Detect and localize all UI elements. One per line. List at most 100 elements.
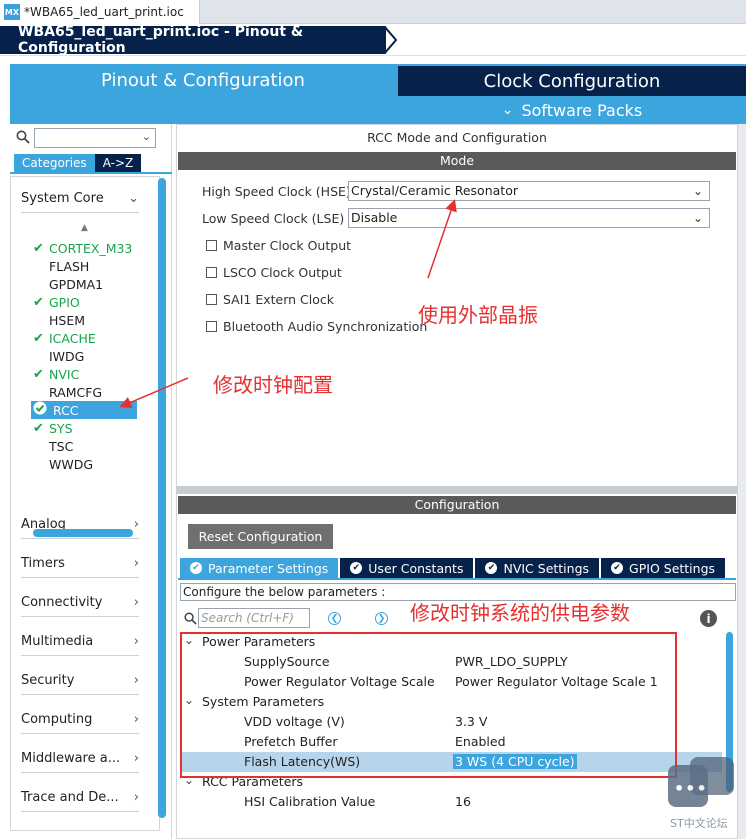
- annotation-box: [180, 632, 677, 778]
- group-security[interactable]: Security ›: [21, 667, 139, 695]
- group-multimedia[interactable]: Multimedia ›: [21, 628, 139, 656]
- annotation-rcc: 修改时钟配置: [213, 373, 333, 397]
- periph-sys[interactable]: ✔ SYS: [33, 419, 139, 437]
- check-icon: ✔: [350, 562, 363, 574]
- lse-select[interactable]: Disable ⌄: [348, 208, 710, 228]
- search-icon: [184, 612, 197, 625]
- chevron-right-icon: ›: [133, 517, 139, 532]
- parameter-search-input[interactable]: Search (Ctrl+F): [198, 608, 310, 628]
- annotation-hse: 使用外部晶振: [418, 303, 538, 327]
- config-tabs: ✔ Parameter Settings ✔ User Constants ✔ NVI…: [180, 558, 727, 578]
- category-panel: ⌄ Categories A->Z System Core ⌄ ▲ ✔ CORTE…: [10, 124, 172, 839]
- group-timers[interactable]: Timers ›: [21, 550, 139, 578]
- chevron-right-icon: ›: [133, 556, 139, 571]
- hse-label: High Speed Clock (HSE): [202, 184, 351, 199]
- file-tab[interactable]: MX *WBA65_led_uart_print.ioc: [0, 0, 200, 24]
- lse-value: Disable: [351, 210, 398, 225]
- editor-tab-bar: MX *WBA65_led_uart_print.ioc: [0, 0, 746, 24]
- check-circle-icon: [33, 401, 49, 419]
- check-icon: ✔: [190, 562, 202, 574]
- bluetooth-audio-sync-checkbox[interactable]: Bluetooth Audio Synchronization: [206, 319, 427, 334]
- chevron-right-icon: ›: [133, 595, 139, 610]
- periph-icache[interactable]: ✔ ICACHE: [33, 329, 139, 347]
- chevron-down-icon: ⌄: [128, 191, 139, 206]
- check-icon: ✔: [33, 240, 44, 256]
- check-icon: ✔: [33, 366, 44, 382]
- sort-up-icon[interactable]: ▲: [81, 223, 88, 233]
- tab-gpio-settings[interactable]: ✔ GPIO Settings: [601, 558, 726, 578]
- group-trace-debug[interactable]: Trace and De... ›: [21, 784, 139, 812]
- group-system-core[interactable]: System Core ⌄: [21, 185, 139, 213]
- software-packs-menu[interactable]: ⌄ Software Packs: [398, 96, 746, 124]
- periph-cortex-m33[interactable]: ✔ CORTEX_M33: [33, 239, 139, 257]
- periph-ramcfg[interactable]: RAMCFG: [33, 383, 139, 401]
- file-tab-label: *WBA65_led_uart_print.ioc: [24, 5, 184, 19]
- chevron-right-icon: ›: [133, 634, 139, 649]
- watermark: ST中文论坛: [670, 817, 728, 830]
- periph-hsem[interactable]: HSEM: [33, 311, 139, 329]
- stm32cubemx-icon: MX: [4, 4, 20, 20]
- periph-iwdg[interactable]: IWDG: [33, 347, 139, 365]
- horizontal-scrollbar[interactable]: [33, 529, 133, 537]
- configuration-section-header: Configuration: [178, 496, 736, 514]
- periph-nvic[interactable]: ✔ NVIC: [33, 365, 139, 383]
- chevron-right-icon: ›: [133, 751, 139, 766]
- breadcrumb-item[interactable]: WBA65_led_uart_print.ioc - Pinout & Conf…: [0, 24, 386, 56]
- lse-label: Low Speed Clock (LSE): [202, 211, 345, 226]
- category-search-combo[interactable]: ⌄: [34, 128, 156, 148]
- panel-title: RCC Mode and Configuration: [367, 130, 547, 145]
- vertical-scrollbar[interactable]: [158, 178, 166, 818]
- periph-gpio[interactable]: ✔ GPIO: [33, 293, 139, 311]
- mode-section-header: Mode: [178, 152, 736, 170]
- periph-tsc[interactable]: TSC: [33, 437, 139, 455]
- check-icon: ✔: [33, 330, 44, 346]
- category-tab-underline: [10, 172, 172, 174]
- group-label: System Core: [21, 191, 104, 206]
- breadcrumb: WBA65_led_uart_print.ioc - Pinout & Conf…: [0, 24, 746, 56]
- annotation-power: 修改时钟系统的供电参数: [410, 601, 630, 625]
- reset-configuration-button[interactable]: Reset Configuration: [188, 524, 333, 549]
- group-middleware[interactable]: Middleware a... ›: [21, 745, 139, 773]
- group-computing[interactable]: Computing ›: [21, 706, 139, 734]
- tab-parameter-settings[interactable]: ✔ Parameter Settings: [180, 558, 339, 578]
- chat-icon[interactable]: •••: [668, 765, 708, 807]
- hse-select[interactable]: Crystal/Ceramic Resonator ⌄: [348, 181, 710, 201]
- tab-nvic-settings[interactable]: ✔ NVIC Settings: [475, 558, 600, 578]
- main-tabs: Pinout & Configuration Clock Configurati…: [10, 64, 746, 124]
- periph-flash[interactable]: FLASH: [33, 257, 139, 275]
- search-prev-icon[interactable]: ❮: [328, 612, 341, 625]
- tab-clock-configuration[interactable]: Clock Configuration: [398, 66, 746, 96]
- master-clock-output-checkbox[interactable]: Master Clock Output: [206, 238, 351, 253]
- group-connectivity[interactable]: Connectivity ›: [21, 589, 139, 617]
- category-list: System Core ⌄ ▲ ✔ CORTEX_M33 FLASH GPDMA1…: [10, 176, 160, 831]
- hse-value: Crystal/Ceramic Resonator: [351, 183, 518, 198]
- chevron-right-icon: ›: [133, 712, 139, 727]
- chevron-down-icon: ⌄: [141, 130, 151, 143]
- search-icon: [16, 130, 30, 144]
- check-icon: ✔: [33, 294, 44, 310]
- breadcrumb-chevron-icon: [383, 26, 398, 54]
- periph-gpdma1[interactable]: GPDMA1: [33, 275, 139, 293]
- tab-pinout-configuration[interactable]: Pinout & Configuration: [10, 64, 396, 96]
- sai1-extern-clock-checkbox[interactable]: SAI1 Extern Clock: [206, 292, 334, 307]
- chevron-down-icon: ⌄: [501, 102, 514, 118]
- chevron-down-icon: ⌄: [692, 184, 703, 198]
- category-view-tabs: Categories A->Z: [14, 154, 142, 172]
- search-next-icon[interactable]: ❯: [375, 612, 388, 625]
- chevron-right-icon: ›: [133, 673, 139, 688]
- info-icon[interactable]: i: [700, 610, 717, 627]
- check-icon: ✔: [611, 562, 624, 574]
- check-icon: ✔: [33, 420, 44, 436]
- param-row[interactable]: HSI Calibration Value 16: [180, 792, 722, 812]
- panel-splitter[interactable]: [176, 486, 738, 494]
- lsco-clock-output-checkbox[interactable]: LSCO Clock Output: [206, 265, 342, 280]
- chevron-right-icon: ›: [133, 790, 139, 805]
- tab-a-to-z[interactable]: A->Z: [94, 154, 142, 172]
- periph-rcc[interactable]: RCC: [31, 401, 137, 419]
- chevron-down-icon: ⌄: [692, 211, 703, 225]
- outer-scrollbar[interactable]: [738, 124, 746, 839]
- tab-user-constants[interactable]: ✔ User Constants: [340, 558, 474, 578]
- periph-wwdg[interactable]: WWDG: [33, 455, 139, 473]
- tab-categories[interactable]: Categories: [14, 154, 95, 172]
- software-packs-label: Software Packs: [521, 100, 643, 120]
